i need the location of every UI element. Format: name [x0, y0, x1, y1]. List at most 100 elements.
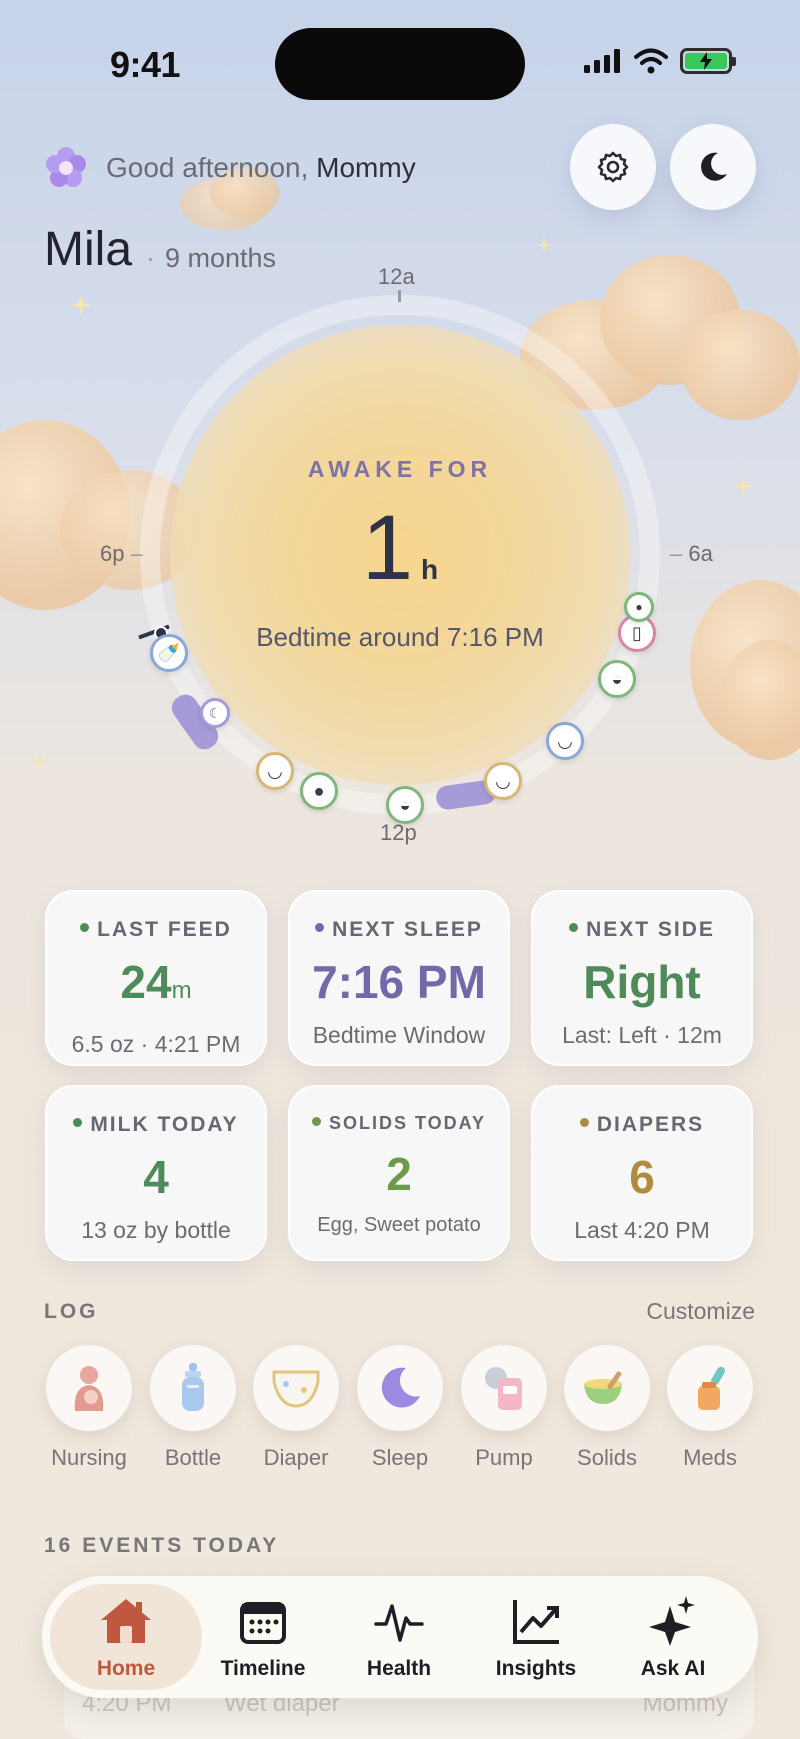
baby-name: Mila: [44, 223, 133, 276]
stat-sub: 13 oz by bottle: [81, 1217, 231, 1243]
awake-label: AWAKE FOR: [307, 456, 493, 482]
status-time: 9:41: [110, 44, 181, 85]
customize-link[interactable]: Customize: [646, 1298, 755, 1325]
calendar-icon: [240, 1602, 286, 1644]
dynamic-island: [275, 28, 525, 100]
event-solids-icon[interactable]: ◒: [386, 786, 424, 824]
stat-title-text: DIAPERS: [596, 1113, 705, 1136]
stat-dot: [315, 922, 325, 932]
tab-label: Ask AI: [640, 1657, 706, 1680]
stat-card-diapers[interactable]: DIAPERS 6 Last 4:20 PM: [531, 1085, 753, 1261]
bottle-icon: [150, 1345, 236, 1431]
stat-dot: [569, 922, 579, 932]
event-sleep-icon[interactable]: ☾: [200, 698, 230, 728]
heartbeat-icon: [374, 1604, 424, 1642]
star-icon: [70, 294, 92, 316]
stat-card-next-side[interactable]: NEXT SIDE Right Last: Left · 12m: [531, 890, 753, 1066]
log-diaper-button[interactable]: Diaper: [252, 1345, 340, 1471]
stat-title-text: MILK TODAY: [90, 1113, 239, 1136]
event-nursing-icon[interactable]: ●: [300, 772, 338, 810]
dial-label-12a: 12a: [378, 264, 415, 289]
meds-icon: [667, 1345, 753, 1431]
stat-title-text: SOLIDS TODAY: [328, 1113, 487, 1133]
log-nursing-button[interactable]: Nursing: [45, 1345, 133, 1471]
sparkle-icon: [649, 1596, 695, 1646]
stat-title: LAST FEED: [47, 918, 265, 942]
event-diaper-icon[interactable]: ◡: [546, 722, 584, 760]
stat-value: 4: [143, 1151, 169, 1203]
solids-icon: [564, 1345, 650, 1431]
stat-card-milk-today[interactable]: MILK TODAY 4 13 oz by bottle: [45, 1085, 267, 1261]
tab-label: Timeline: [220, 1657, 306, 1680]
stat-title: NEXT SIDE: [533, 918, 751, 942]
tab-insights[interactable]: Insights: [471, 1596, 601, 1681]
gear-icon: [597, 151, 629, 183]
bedtime-estimate: Bedtime around 7:16 PM: [256, 622, 544, 652]
log-solids-button[interactable]: Solids: [563, 1345, 651, 1471]
tab-label: Health: [366, 1657, 432, 1680]
age-text: 9 months: [165, 243, 277, 273]
event-solids-icon[interactable]: ◒: [598, 660, 636, 698]
stat-card-next-sleep[interactable]: NEXT SLEEP 7:16 PM Bedtime Window: [288, 890, 510, 1066]
dial-label-12p: 12p: [380, 820, 417, 845]
stat-sub: Last 4:20 PM: [574, 1217, 710, 1243]
log-bottle-button[interactable]: Bottle: [149, 1345, 237, 1471]
moon-icon: [701, 152, 727, 181]
greeting: Good afternoon, Mommy: [106, 152, 416, 184]
stat-dot: [73, 1117, 83, 1127]
night-mode-button[interactable]: [670, 124, 756, 210]
event-diaper-icon[interactable]: ◡: [484, 762, 522, 800]
greeting-text: Good afternoon,: [106, 152, 309, 183]
stat-title: SOLIDS TODAY: [290, 1113, 508, 1134]
stat-sub: Bedtime Window: [312, 1022, 486, 1048]
log-label: Meds: [683, 1445, 737, 1470]
flower-icon: [46, 147, 86, 187]
star-icon: [32, 754, 48, 770]
stat-value: 24m: [47, 956, 265, 1017]
stat-title-text: NEXT SLEEP: [332, 918, 483, 941]
diaper-icon: [253, 1345, 339, 1431]
sleep-icon: [357, 1345, 443, 1431]
stat-dot: [311, 1116, 321, 1126]
log-sleep-button[interactable]: Sleep: [356, 1345, 444, 1471]
awake-value: 1: [361, 497, 414, 599]
tab-timeline[interactable]: Timeline: [198, 1596, 328, 1681]
stat-title-text: LAST FEED: [97, 918, 232, 941]
event-diaper-icon[interactable]: ◡: [256, 752, 294, 790]
tab-ask-ai[interactable]: Ask AI: [608, 1596, 738, 1681]
stat-title: NEXT SLEEP: [290, 918, 508, 942]
stat-value: 7:16 PM: [312, 956, 486, 1008]
log-meds-button[interactable]: Meds: [666, 1345, 754, 1471]
log-label: Pump: [475, 1445, 533, 1470]
event-nursing-icon[interactable]: ●: [624, 592, 654, 622]
event-bottle-icon[interactable]: 🍼: [150, 634, 188, 672]
baby-age: · 9 months: [146, 243, 276, 274]
signal-icon: [584, 49, 620, 73]
status-icons: [584, 48, 736, 74]
stat-dot: [80, 922, 90, 932]
stat-card-last-feed[interactable]: LAST FEED 24m 6.5 oz · 4:21 PM: [45, 890, 267, 1066]
awake-unit: h: [421, 554, 439, 585]
tab-health[interactable]: Health: [334, 1596, 464, 1681]
stat-value-unit: m: [171, 977, 192, 1004]
tab-home[interactable]: Home: [61, 1596, 191, 1681]
home-icon: [101, 1599, 151, 1643]
stat-card-solids-today[interactable]: SOLIDS TODAY 2 Egg, Sweet potato: [288, 1085, 510, 1261]
stat-sub: Last: Left · 12m: [562, 1022, 722, 1048]
log-label: Bottle: [164, 1445, 222, 1470]
log-title: LOG: [44, 1300, 99, 1323]
stat-sub: Egg, Sweet potato: [317, 1214, 481, 1236]
settings-button[interactable]: [570, 124, 656, 210]
pump-icon: [461, 1345, 547, 1431]
log-label: Sleep: [371, 1445, 429, 1470]
stat-value: Right: [583, 956, 701, 1008]
tab-label: Home: [96, 1657, 156, 1680]
stat-title: MILK TODAY: [47, 1113, 265, 1137]
battery-charging-icon: [680, 48, 736, 74]
log-label: Solids: [577, 1445, 637, 1470]
log-pump-button[interactable]: Pump: [460, 1345, 548, 1471]
stat-value-number: 24: [120, 956, 172, 1008]
awake-duration: 1h: [0, 496, 800, 601]
star-icon: [536, 237, 552, 253]
age-separator: ·: [146, 243, 155, 273]
